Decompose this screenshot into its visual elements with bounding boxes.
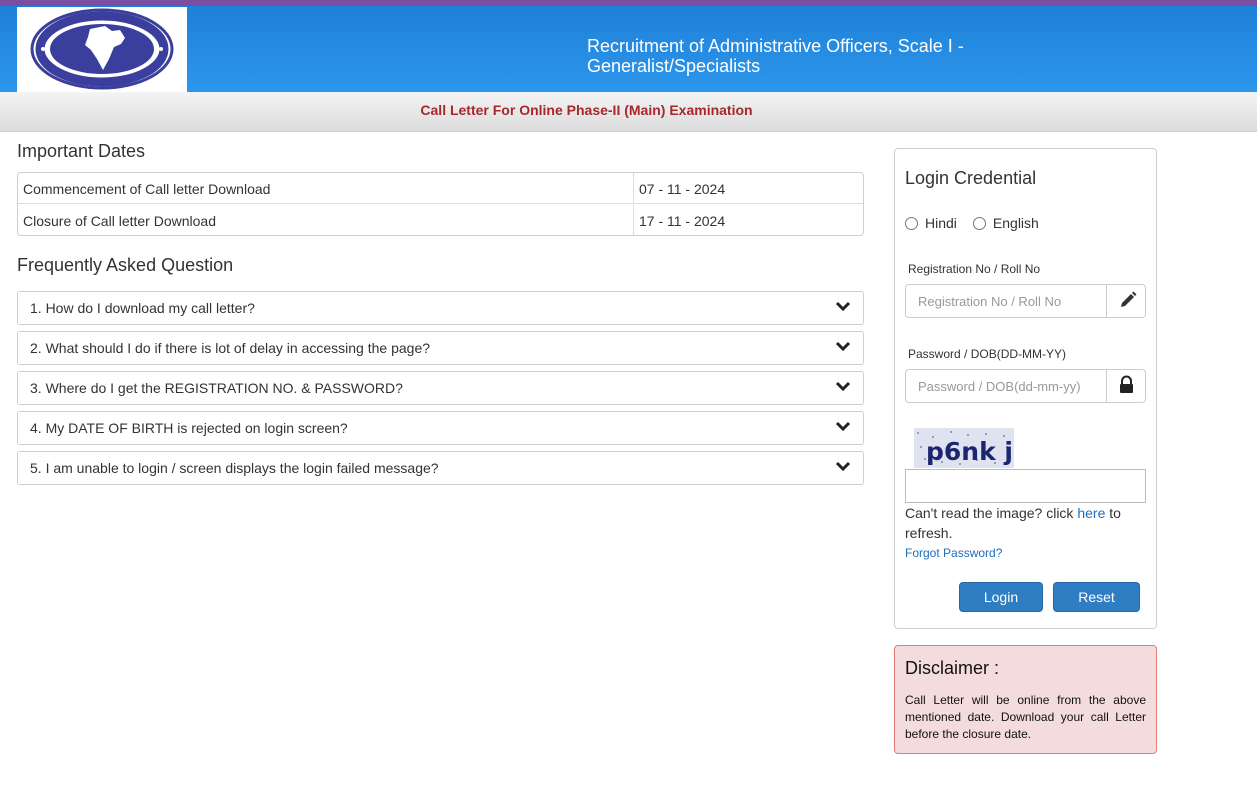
forgot-password-link[interactable]: Forgot Password? [905, 546, 1002, 560]
date-value: 07 - 11 - 2024 [633, 173, 863, 204]
new-india-assurance-logo-icon [30, 8, 174, 90]
language-selector: Hindi English [905, 215, 1055, 231]
date-value: 17 - 11 - 2024 [633, 205, 863, 235]
reset-button[interactable]: Reset [1053, 582, 1140, 612]
pencil-icon [1121, 291, 1137, 307]
faq-item-5[interactable]: 5. I am unable to login / screen display… [17, 451, 864, 485]
important-dates-title: Important Dates [17, 141, 146, 161]
faq-item-3[interactable]: 3. Where do I get the REGISTRATION NO. &… [17, 371, 864, 405]
faq-question: 2. What should I do if there is lot of d… [30, 340, 431, 356]
captcha-image: p6nk j [914, 428, 1014, 468]
login-panel: Login Credential Hindi English Registrat… [894, 148, 1157, 629]
password-addon [1106, 370, 1145, 402]
site-header: Recruitment of Administrative Officers, … [0, 6, 1257, 92]
faq-question: 1. How do I download my call letter? [30, 300, 255, 316]
disclaimer-title: Disclaimer : [905, 658, 1000, 678]
faq-title: Frequently Asked Question [17, 255, 234, 275]
english-radio[interactable] [972, 216, 986, 230]
password-placeholder: Password / DOB(dd-mm-yy) [918, 379, 1081, 394]
english-label: English [992, 215, 1039, 231]
disclaimer-box: Disclaimer : Call Letter will be online … [894, 645, 1157, 754]
password-input[interactable]: Password / DOB(dd-mm-yy) [905, 369, 1146, 403]
subheader-bar: Call Letter For Online Phase-II (Main) E… [0, 92, 1257, 132]
registration-addon [1106, 285, 1145, 317]
subheader-title: Call Letter For Online Phase-II (Main) E… [420, 102, 753, 118]
captcha-refresh-text: Can't read the image? click here to refr… [905, 503, 1150, 543]
faq-question: 4. My DATE OF BIRTH is rejected on login… [30, 420, 348, 436]
hindi-radio[interactable] [905, 216, 918, 230]
faq-item-4[interactable]: 4. My DATE OF BIRTH is rejected on login… [17, 411, 864, 445]
faq-question: 3. Where do I get the REGISTRATION NO. &… [30, 380, 403, 396]
hindi-label: Hindi [925, 215, 957, 231]
registration-input[interactable]: Registration No / Roll No [905, 284, 1146, 318]
login-button[interactable]: Login [959, 582, 1043, 612]
logo [17, 7, 187, 92]
table-row: Commencement of Call letter Download 07 … [18, 173, 863, 204]
captcha-text: p6nk j [926, 437, 1013, 466]
faq-item-2[interactable]: 2. What should I do if there is lot of d… [17, 331, 864, 365]
faq-question: 5. I am unable to login / screen display… [30, 460, 439, 476]
chevron-down-icon [835, 301, 851, 312]
chevron-down-icon [835, 341, 851, 352]
date-label: Closure of Call letter Download [23, 213, 216, 229]
registration-label: Registration No / Roll No [908, 262, 1041, 276]
password-label: Password / DOB(DD-MM-YY) [908, 347, 1067, 361]
disclaimer-text: Call Letter will be online from the abov… [905, 693, 1146, 741]
page-title: Recruitment of Administrative Officers, … [587, 36, 964, 76]
refresh-text-start: Can't read the image? click [905, 505, 1078, 521]
faq-item-1[interactable]: 1. How do I download my call letter? [17, 291, 864, 325]
chevron-down-icon [835, 421, 851, 432]
registration-placeholder: Registration No / Roll No [918, 294, 1062, 309]
refresh-link[interactable]: here [1077, 505, 1105, 521]
login-title: Login Credential [905, 168, 1037, 188]
important-dates-table: Commencement of Call letter Download 07 … [17, 172, 864, 236]
date-label: Commencement of Call letter Download [23, 181, 271, 197]
table-row: Closure of Call letter Download 17 - 11 … [18, 205, 863, 235]
captcha-input[interactable] [905, 469, 1146, 503]
chevron-down-icon [835, 461, 851, 472]
chevron-down-icon [835, 381, 851, 392]
lock-icon [1120, 375, 1133, 393]
